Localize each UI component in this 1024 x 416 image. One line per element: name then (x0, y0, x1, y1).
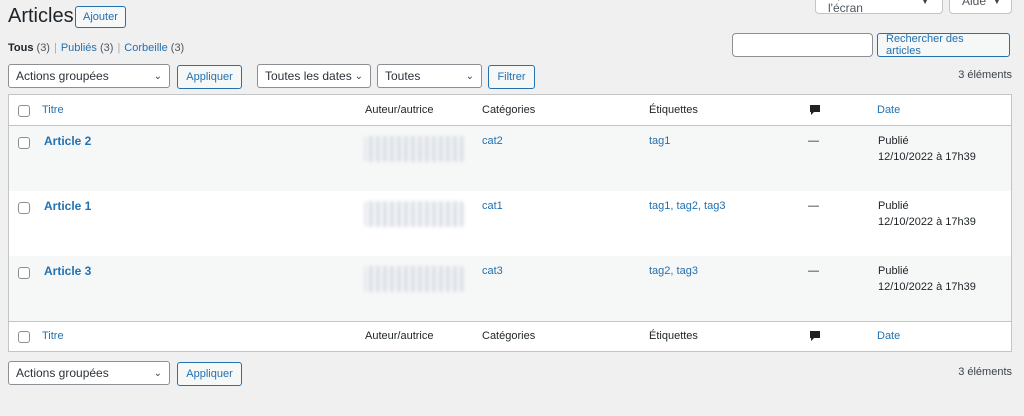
chevron-down-icon: ⌄ (354, 70, 363, 82)
column-tags: Étiquettes (649, 104, 698, 116)
page-title: Articles (8, 5, 74, 27)
tags-links[interactable]: tag1, tag2, tag3 (649, 199, 725, 214)
bulk-actions-select[interactable]: Actions groupées ⌄ (8, 64, 170, 88)
post-date: 12/10/2022 à 17h39 (878, 216, 976, 228)
comment-icon (810, 105, 820, 115)
comments-count: — (808, 135, 819, 147)
author-redacted (364, 201, 464, 227)
caret-down-icon: ▼ (920, 0, 930, 7)
status-views: Tous (3) | Publiés (3) | Corbeille (3) (8, 42, 185, 54)
row-checkbox[interactable] (18, 267, 30, 279)
column-title-sort[interactable]: Titre (42, 329, 64, 344)
post-status: Publié (878, 265, 909, 277)
items-count: 3 éléments (958, 69, 1012, 81)
column-title-sort[interactable]: Titre (42, 103, 64, 118)
caret-down-icon: ▼ (992, 0, 1002, 7)
view-all[interactable]: Tous (3) (8, 42, 50, 54)
screen-options-button[interactable]: Options de l'écran ▼ (815, 0, 943, 15)
table-footer: Titre Auteur/autrice Catégories Étiquett… (9, 321, 1011, 351)
column-tags: Étiquettes (649, 330, 698, 342)
bulk-actions-value: Actions groupées (16, 366, 109, 380)
bulk-actions-value: Actions groupées (16, 69, 109, 83)
apply-button[interactable]: Appliquer (177, 65, 242, 89)
posts-table: Titre Auteur/autrice Catégories Étiquett… (8, 94, 1012, 352)
row-checkbox[interactable] (18, 202, 30, 214)
items-count-bottom: 3 éléments (958, 366, 1012, 378)
add-new-button[interactable]: Ajouter (75, 6, 126, 28)
tags-links[interactable]: tag2, tag3 (649, 264, 698, 279)
view-trash[interactable]: Corbeille (3) (124, 42, 184, 54)
date-filter-value: Toutes les dates (265, 69, 352, 83)
column-date-sort[interactable]: Date (877, 103, 900, 118)
post-title-link[interactable]: Article 1 (44, 199, 91, 214)
table-row: Article 1 cat1 tag1, tag2, tag3 — Publié… (9, 191, 1011, 256)
date-filter-select[interactable]: Toutes les dates ⌄ (257, 64, 371, 88)
comments-count: — (808, 200, 819, 212)
table-row: Article 3 cat3 tag2, tag3 — Publié 12/10… (9, 256, 1011, 321)
category-link[interactable]: cat3 (482, 264, 503, 279)
author-redacted (364, 136, 464, 162)
bulk-actions-select-bottom[interactable]: Actions groupées ⌄ (8, 361, 170, 385)
category-filter-select[interactable]: Toutes ⌄ (377, 64, 482, 88)
view-published[interactable]: Publiés (3) (61, 42, 114, 54)
column-date-sort[interactable]: Date (877, 329, 900, 344)
comments-count: — (808, 265, 819, 277)
post-title-link[interactable]: Article 3 (44, 264, 91, 279)
tags-links[interactable]: tag1 (649, 134, 670, 149)
post-status: Publié (878, 200, 909, 212)
search-button[interactable]: Rechercher des articles (877, 33, 1010, 57)
column-author: Auteur/autrice (365, 104, 434, 116)
post-status: Publié (878, 135, 909, 147)
category-link[interactable]: cat1 (482, 199, 503, 214)
column-categories: Catégories (482, 330, 536, 342)
post-title-link[interactable]: Article 2 (44, 134, 91, 149)
chevron-down-icon: ⌄ (153, 367, 162, 379)
chevron-down-icon: ⌄ (153, 70, 162, 82)
filter-button[interactable]: Filtrer (488, 65, 535, 89)
post-date: 12/10/2022 à 17h39 (878, 281, 976, 293)
help-button[interactable]: Aide ▼ (949, 0, 1012, 14)
author-redacted (364, 266, 464, 292)
select-all-checkbox[interactable] (18, 331, 30, 343)
chevron-down-icon: ⌄ (465, 70, 474, 82)
table-row: Article 2 cat2 tag1 — Publié 12/10/2022 … (9, 126, 1011, 191)
comment-icon (810, 331, 820, 341)
category-filter-value: Toutes (385, 69, 421, 83)
table-header: Titre Auteur/autrice Catégories Étiquett… (9, 95, 1011, 126)
search-input[interactable] (732, 33, 873, 57)
column-categories: Catégories (482, 104, 536, 116)
select-all-checkbox[interactable] (18, 105, 30, 117)
category-link[interactable]: cat2 (482, 134, 503, 149)
post-date: 12/10/2022 à 17h39 (878, 151, 976, 163)
apply-button-bottom[interactable]: Appliquer (177, 362, 242, 386)
column-author: Auteur/autrice (365, 330, 434, 342)
help-label: Aide (962, 0, 987, 8)
screen-options-label: Options de l'écran (828, 0, 886, 15)
row-checkbox[interactable] (18, 137, 30, 149)
